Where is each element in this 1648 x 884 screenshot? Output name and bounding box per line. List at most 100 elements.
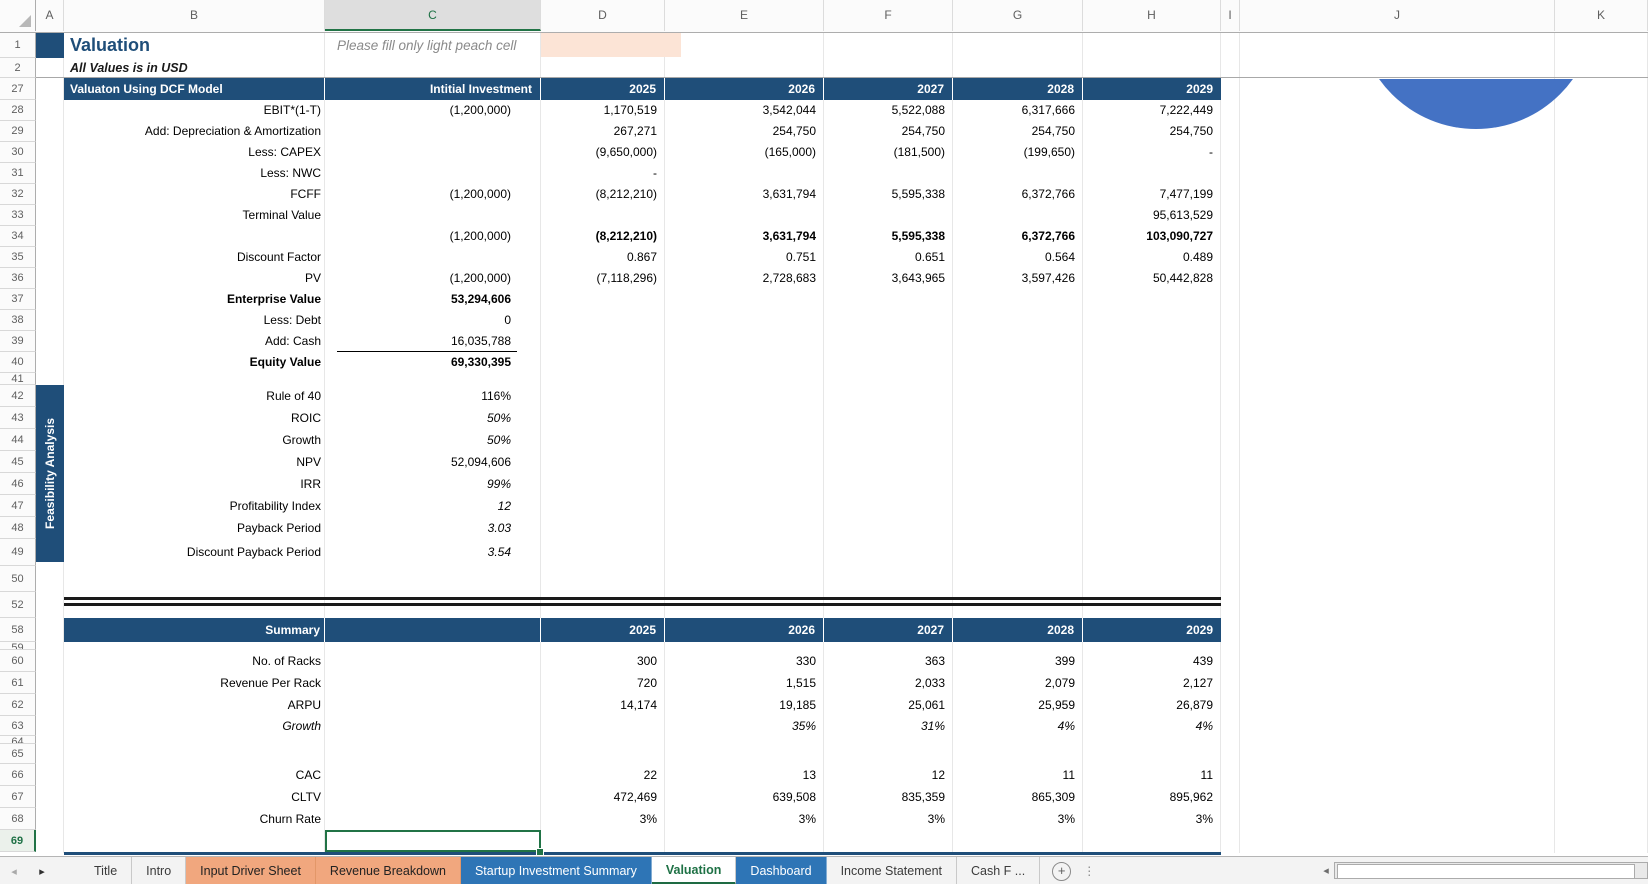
column-header-e[interactable]: E — [665, 0, 824, 31]
summary-value[interactable]: 11 — [953, 764, 1083, 786]
row-header-1[interactable]: 1 — [0, 32, 36, 58]
summary-value[interactable]: 4% — [1083, 716, 1221, 736]
column-header-j[interactable]: J — [1240, 0, 1555, 31]
dcf-value[interactable]: (181,500) — [824, 142, 953, 163]
summary-value[interactable]: 14,174 — [541, 694, 665, 716]
summary-value[interactable]: 2,079 — [953, 672, 1083, 694]
summary-value[interactable]: 35% — [665, 716, 824, 736]
row-header-44[interactable]: 44 — [0, 429, 36, 451]
dcf-value[interactable]: 3,631,794 — [665, 226, 824, 247]
row-header-64[interactable]: 64 — [0, 736, 36, 744]
cell-a1-navy-fill[interactable] — [36, 32, 64, 58]
metric-value[interactable]: 0 — [325, 310, 541, 331]
feasibility-metric-value[interactable]: 50% — [325, 407, 541, 429]
scroll-left-icon[interactable]: ◂ — [1318, 864, 1334, 877]
summary-value[interactable]: 3% — [541, 808, 665, 830]
column-header-f[interactable]: F — [824, 0, 953, 31]
dcf-initial-value[interactable]: (1,200,000) — [325, 100, 541, 121]
dcf-value[interactable]: 103,090,727 — [1083, 226, 1221, 247]
summary-year-header-2029[interactable]: 2029 — [1083, 618, 1221, 642]
dcf-value[interactable]: 254,750 — [953, 121, 1083, 142]
add-sheet-icon[interactable]: + — [1052, 861, 1072, 881]
dcf-value[interactable]: 254,750 — [1083, 121, 1221, 142]
dcf-row-label[interactable]: Less: CAPEX — [64, 142, 325, 163]
sheet-tab-title[interactable]: Title — [80, 857, 133, 884]
dcf-value[interactable]: 0.751 — [665, 247, 824, 268]
column-header-b[interactable]: B — [64, 0, 325, 31]
row-header-38[interactable]: 38 — [0, 310, 36, 331]
row-header-66[interactable]: 66 — [0, 764, 36, 786]
column-header-d[interactable]: D — [541, 0, 665, 31]
summary-year-header-2027[interactable]: 2027 — [824, 618, 953, 642]
feasibility-metric-value[interactable]: 3.03 — [325, 517, 541, 539]
summary-value[interactable]: 22 — [541, 764, 665, 786]
summary-value[interactable]: 399 — [953, 650, 1083, 672]
tab-nav-right-icon[interactable]: ▸ — [28, 857, 56, 884]
sheet-tab-intro[interactable]: Intro — [132, 857, 187, 884]
summary-header-spacer[interactable] — [325, 618, 541, 642]
feasibility-metric-value[interactable]: 99% — [325, 473, 541, 495]
row-header-69[interactable]: 69 — [0, 830, 36, 852]
summary-value[interactable]: 25,959 — [953, 694, 1083, 716]
dcf-initial-investment-header[interactable]: Intitial Investment — [325, 78, 541, 100]
summary-value[interactable]: 2,127 — [1083, 672, 1221, 694]
dcf-value[interactable]: 3,597,426 — [953, 268, 1083, 289]
row-header-43[interactable]: 43 — [0, 407, 36, 429]
summary-value[interactable]: 639,508 — [665, 786, 824, 808]
selected-cell-outline[interactable] — [325, 830, 541, 852]
feasibility-metric-value[interactable]: 50% — [325, 429, 541, 451]
dcf-initial-value[interactable]: (1,200,000) — [325, 226, 541, 247]
row-header-40[interactable]: 40 — [0, 352, 36, 373]
summary-value[interactable]: 2,033 — [824, 672, 953, 694]
summary-row-label[interactable]: CLTV — [64, 786, 325, 808]
dcf-year-header-2025[interactable]: 2025 — [541, 78, 665, 100]
dcf-value[interactable]: - — [541, 163, 665, 184]
dcf-value[interactable]: 3,643,965 — [824, 268, 953, 289]
row-header-33[interactable]: 33 — [0, 205, 36, 226]
summary-value[interactable]: 363 — [824, 650, 953, 672]
feasibility-metric-label[interactable]: Payback Period — [64, 517, 325, 539]
dcf-value[interactable]: 3,631,794 — [665, 184, 824, 205]
row-header-62[interactable]: 62 — [0, 694, 36, 716]
row-header-58[interactable]: 58 — [0, 618, 36, 642]
dcf-value[interactable]: 95,613,529 — [1083, 205, 1221, 226]
dcf-value[interactable]: - — [1083, 142, 1221, 163]
row-header-36[interactable]: 36 — [0, 268, 36, 289]
column-header-a[interactable]: A — [36, 0, 64, 31]
dcf-value[interactable]: (199,650) — [953, 142, 1083, 163]
column-header-i[interactable]: I — [1221, 0, 1240, 31]
summary-year-header-2025[interactable]: 2025 — [541, 618, 665, 642]
row-header-63[interactable]: 63 — [0, 716, 36, 736]
row-header-50[interactable]: 50 — [0, 566, 36, 592]
dcf-value[interactable]: 0.651 — [824, 247, 953, 268]
summary-row-label[interactable]: Revenue Per Rack — [64, 672, 325, 694]
dcf-value[interactable]: 0.564 — [953, 247, 1083, 268]
feasibility-metric-label[interactable]: Growth — [64, 429, 325, 451]
feasibility-metric-value[interactable]: 52,094,606 — [325, 451, 541, 473]
dcf-row-label[interactable]: Less: NWC — [64, 163, 325, 184]
row-header-39[interactable]: 39 — [0, 331, 36, 352]
dcf-value[interactable]: (9,650,000) — [541, 142, 665, 163]
row-header-48[interactable]: 48 — [0, 517, 36, 539]
metric-label[interactable]: Enterprise Value — [64, 289, 325, 310]
feasibility-metric-label[interactable]: NPV — [64, 451, 325, 473]
sheet-tab-input-driver-sheet[interactable]: Input Driver Sheet — [186, 857, 316, 884]
row-header-2[interactable]: 2 — [0, 58, 36, 78]
dcf-value[interactable]: 5,522,088 — [824, 100, 953, 121]
summary-value[interactable]: 895,962 — [1083, 786, 1221, 808]
column-header-c[interactable]: C — [325, 0, 541, 31]
horizontal-scrollbar-track[interactable] — [1334, 861, 1648, 879]
sheet-tab-income-statement[interactable]: Income Statement — [827, 857, 958, 884]
summary-value[interactable]: 330 — [665, 650, 824, 672]
row-header-35[interactable]: 35 — [0, 247, 36, 268]
dcf-year-header-2028[interactable]: 2028 — [953, 78, 1083, 100]
dcf-value[interactable]: 6,317,666 — [953, 100, 1083, 121]
summary-row-label[interactable]: Growth — [64, 716, 325, 736]
dcf-value[interactable]: 0.867 — [541, 247, 665, 268]
feasibility-metric-value[interactable]: 116% — [325, 385, 541, 407]
summary-value[interactable]: 31% — [824, 716, 953, 736]
summary-value[interactable]: 3% — [953, 808, 1083, 830]
metric-value[interactable]: 16,035,788 — [325, 331, 541, 352]
row-header-49[interactable]: 49 — [0, 539, 36, 566]
summary-value[interactable]: 26,879 — [1083, 694, 1221, 716]
